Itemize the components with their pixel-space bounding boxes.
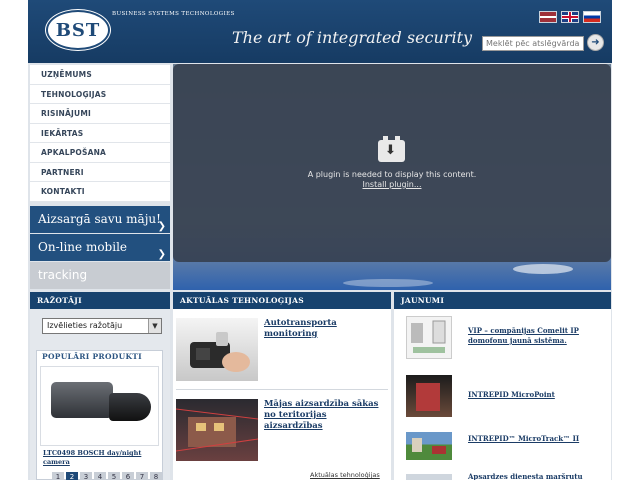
logo-text: BST: [55, 19, 101, 41]
news-article-link[interactable]: INTREPID™ MicroTrack™ II: [468, 434, 593, 444]
intercom-icon: [411, 320, 446, 353]
page-link[interactable]: 5: [108, 472, 120, 480]
cloud-decoration: [513, 264, 573, 274]
perimeter-protection-image[interactable]: [175, 399, 259, 461]
tracking-label: tracking: [38, 268, 88, 282]
page-link[interactable]: 1: [52, 472, 64, 480]
install-plugin-link[interactable]: Install plugin...: [173, 180, 611, 189]
news-image[interactable]: [406, 432, 452, 460]
language-switcher: [539, 11, 601, 23]
nav-item-technologies[interactable]: TEHNOLOĢIJAS: [30, 85, 170, 104]
english-flag-icon[interactable]: [561, 11, 579, 23]
main-nav: UZŅĒMUMS TEHNOLOĢIJAS RISINĀJUMI IEKĀRTA…: [30, 65, 170, 202]
online-mobile-label: On-line mobile: [38, 240, 128, 254]
nav-item-company[interactable]: UZŅĒMUMS: [30, 65, 170, 85]
sensor-icon: [416, 383, 440, 411]
news-article-link[interactable]: Apsardzes dienesta maršrutu: [468, 472, 593, 480]
page-link[interactable]: 8: [150, 472, 162, 480]
nav-item-contacts[interactable]: KONTAKTI: [30, 182, 170, 202]
page-link[interactable]: 3: [80, 472, 92, 480]
news-image[interactable]: [406, 474, 452, 480]
tech-article-link[interactable]: Mājas aizsardzība sākas no teritorijas a…: [264, 399, 388, 432]
bst-logo[interactable]: BST: [45, 9, 111, 51]
manufacturer-select[interactable]: Izvēlieties ražotāju ▼: [42, 318, 162, 334]
popular-products-heading: POPULĀRI PRODUKTI: [42, 352, 142, 361]
vehicle-tracker-image[interactable]: [176, 318, 258, 381]
product-pager: 1 2 3 4 5 6 7 8: [52, 472, 162, 480]
download-arrow-icon: ⬇: [385, 143, 396, 158]
news-heading: JAUNUMI: [394, 292, 611, 309]
search-input[interactable]: [482, 36, 584, 51]
product-link[interactable]: LTC0498 BOSCH day/night camera: [43, 449, 161, 467]
page-link-active[interactable]: 2: [66, 472, 78, 480]
nav-item-partners[interactable]: PARTNERI: [30, 163, 170, 182]
plugin-placeholder[interactable]: [173, 64, 611, 262]
news-article-link[interactable]: VIP – compānijas Comelit IP domofonu jau…: [468, 326, 593, 346]
tagline: The art of integrated security: [232, 28, 473, 47]
gps-device-icon: [190, 332, 250, 372]
product-image[interactable]: [40, 366, 159, 446]
page-link[interactable]: 6: [122, 472, 134, 480]
manufacturers-heading: RAŽOTĀJI: [30, 292, 170, 309]
nav-item-solutions[interactable]: RISINĀJUMI: [30, 104, 170, 124]
camera-lens: [109, 393, 151, 421]
page: BST BUSINESS SYSTEMS TECHNOLOGIES The ar…: [0, 0, 640, 480]
nav-item-equipment[interactable]: IEKĀRTAS: [30, 124, 170, 143]
more-technologies-link[interactable]: Aktuālas tehnoloģijas: [310, 471, 380, 479]
manufacturer-select-value: Izvēlieties ražotāju: [47, 321, 123, 330]
house-model-icon: [175, 408, 259, 452]
protect-home-label: Aizsargā savu māju!: [38, 212, 161, 226]
russian-flag-icon[interactable]: [583, 11, 601, 23]
technologies-heading: AKTUĀLAS TEHNOLOĢIJAS: [173, 292, 391, 309]
cloud-decoration: [343, 279, 433, 287]
page-link[interactable]: 4: [94, 472, 106, 480]
news-image[interactable]: [406, 316, 452, 359]
divider: [176, 389, 388, 390]
news-image[interactable]: [406, 375, 452, 417]
search-go-button[interactable]: ➜: [587, 34, 604, 51]
camera-body: [51, 382, 113, 418]
news-article-link[interactable]: INTREPID MicroPoint: [468, 390, 593, 400]
page-link[interactable]: 7: [136, 472, 148, 480]
plugin-message: A plugin is needed to display this conte…: [307, 170, 477, 179]
protect-home-banner[interactable]: Aizsargā savu māju! ❯: [30, 206, 170, 233]
online-mobile-banner[interactable]: On-line mobile ❯: [30, 234, 170, 261]
arrow-right-icon: ➜: [591, 37, 600, 48]
tracking-banner[interactable]: tracking: [30, 262, 170, 289]
triangle-down-icon: ▼: [148, 319, 161, 333]
latvian-flag-icon[interactable]: [539, 11, 557, 23]
nav-item-service[interactable]: APKALPOŠANA: [30, 143, 170, 163]
company-name: BUSINESS SYSTEMS TECHNOLOGIES: [112, 11, 235, 17]
building-icon: [412, 438, 446, 454]
tech-article-link[interactable]: Autotransporta monitoring: [264, 318, 388, 340]
